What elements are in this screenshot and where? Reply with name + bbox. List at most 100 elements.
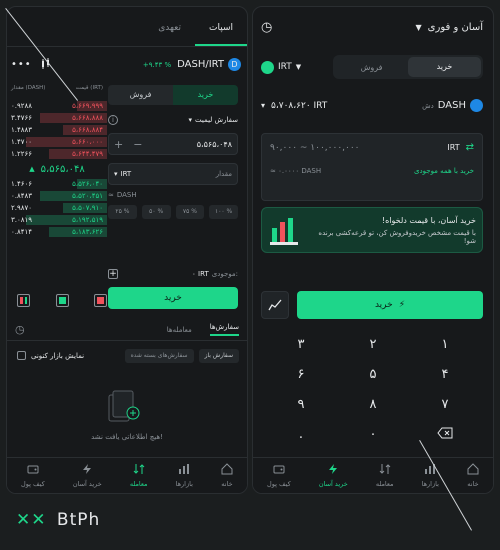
buy-sell-switch: فروش خرید (333, 55, 483, 79)
percent-100-button[interactable]: ۱۰۰ % (209, 205, 238, 219)
ask-row[interactable]: ۱.۴۷۰۰ ۵،۶۶۰،۰۰۰ (7, 136, 107, 148)
more-icon[interactable]: ••• (11, 59, 32, 70)
tab-my-orders[interactable]: سفارش‌ها (209, 323, 239, 336)
add-balance-icon[interactable]: + (108, 269, 118, 279)
price-field[interactable]: + − ۵،۵۶۵،۰۴۸ (108, 133, 238, 155)
tab-futures[interactable]: تعهدی (144, 17, 195, 46)
keypad-key[interactable]: ۰ (353, 427, 393, 442)
nav-item-wallet[interactable]: کیف پول (21, 463, 45, 488)
buy-all-balance-link[interactable]: خرید با همه موجودی (414, 167, 474, 175)
show-current-market-label: نمایش بازار کنونی (31, 351, 85, 360)
bid-row[interactable]: ۳.۰۸۱۹ ۵،۱۹۲،۵۱۹ (7, 214, 107, 226)
chevron-down-icon[interactable]: ▼ (416, 23, 422, 32)
keypad-key[interactable]: ۹ (281, 397, 321, 412)
bottom-nav: کیف پول خرید آسان معامله بازارها خانه (7, 457, 247, 493)
chart-icon[interactable] (261, 291, 289, 319)
coin-symbol[interactable]: DASH (438, 100, 466, 111)
chevron-down-icon[interactable]: ▾ (114, 170, 118, 178)
nav-item-trade[interactable]: معامله (130, 463, 148, 488)
nav-label: معامله (129, 480, 148, 488)
ask-row[interactable]: ۳.۴۷۶۶ ۵،۶۶۸،۸۸۸ (7, 112, 107, 124)
ask-amount: ۱.۴۸۸۳ (11, 126, 33, 134)
buy-button[interactable]: خرید ⚡ (297, 291, 483, 319)
page-title[interactable]: آسان و فوری (428, 22, 483, 33)
promo-banner[interactable]: خرید آسان، با قیمت دلخواه! با قیمت مشخص … (261, 207, 483, 253)
history-icon[interactable]: ◷ (15, 323, 25, 336)
bid-amount: ۰.۸۴۸۳ (11, 192, 33, 200)
market-type-tabs: تعهدی اسپات (7, 17, 247, 47)
sell-tab[interactable]: فروش (108, 85, 173, 105)
history-icon[interactable]: ◷ (261, 20, 272, 35)
nav-label: بازارها (175, 480, 193, 488)
percent-25-button[interactable]: ۲۵ % (108, 205, 137, 219)
plus-icon[interactable]: + (114, 138, 123, 151)
nav-item-markets[interactable]: بازارها (422, 463, 439, 488)
backspace-icon[interactable] (425, 427, 465, 443)
buy-button-label: خرید (374, 300, 393, 310)
bid-price: ۵،۵۲۰،۴۵۱ (72, 192, 103, 200)
nav-item-home[interactable]: خانه (221, 463, 233, 488)
buy-tab[interactable]: خرید (173, 85, 238, 105)
bid-price: ۵،۵۰۷،۹۱۰ (72, 204, 103, 212)
keypad-key[interactable]: . (281, 427, 321, 442)
balance-value: ۰ IRT (192, 270, 209, 278)
bid-row[interactable]: ۰.۸۴۱۴ ۵،۱۸۳،۶۲۶ (7, 226, 107, 238)
amount-currency[interactable]: IRT (121, 170, 132, 178)
minus-icon[interactable]: − (133, 138, 142, 151)
tab-trades[interactable]: معامله‌ها (167, 326, 192, 334)
amount-input[interactable]: مقدار (216, 170, 232, 178)
market-pair[interactable]: DASH/IRT (177, 59, 224, 70)
layout-both-icon[interactable] (17, 294, 30, 307)
lightning-icon: ⚡ (398, 300, 406, 310)
keypad-key[interactable]: ۲ (353, 337, 393, 352)
nav-item-wallet[interactable]: کیف پول (267, 463, 291, 488)
nav-item-trade[interactable]: معامله (376, 463, 394, 488)
order-type-select[interactable]: سفارش لیمیت (195, 116, 238, 124)
bid-row[interactable]: ۱.۴۶۰۶ ۵،۵۲۶،۰۴۰ (7, 178, 107, 190)
ask-price: ۵،۶۶۸،۸۸۸ (72, 114, 103, 122)
bid-row[interactable]: ۰.۸۴۸۳ ۵،۵۲۰،۴۵۱ (7, 190, 107, 202)
ask-row[interactable]: ۱.۴۸۸۳ ۵،۶۶۸،۸۸۴ (7, 124, 107, 136)
show-current-market-checkbox[interactable] (17, 351, 26, 360)
chevron-down-icon[interactable]: ▾ (261, 101, 265, 110)
buy-tab[interactable]: خرید (408, 57, 481, 77)
tab-spot[interactable]: اسپات (195, 17, 247, 46)
keypad-key[interactable]: ۱ (425, 337, 465, 352)
filter-closed-orders[interactable]: سفارش‌های بسته شده (124, 349, 194, 363)
keypad-key[interactable]: ۵ (353, 367, 393, 382)
amount-input[interactable]: ۹۰,۰۰۰ ~ ۱۰۰,۰۰۰,۰۰۰ (270, 143, 360, 153)
info-icon[interactable]: i (108, 115, 118, 125)
keypad-key[interactable]: ۷ (425, 397, 465, 412)
nav-label: خرید آسان (318, 480, 348, 488)
bid-amount: ۳.۰۸۱۹ (11, 216, 33, 224)
promo-title: خرید آسان، با قیمت دلخواه! (381, 216, 476, 225)
nav-item-home[interactable]: خانه (467, 463, 479, 488)
layout-asks-icon[interactable] (94, 294, 107, 307)
chevron-down-icon[interactable]: ▼ (296, 63, 301, 71)
nav-item-easy-buy[interactable]: خرید آسان (319, 463, 348, 488)
nav-item-markets[interactable]: بازارها (176, 463, 193, 488)
bid-price: ۵،۱۹۲،۵۱۹ (72, 216, 103, 224)
wallet-icon (27, 463, 39, 480)
swap-icon[interactable]: ⇄ (466, 142, 474, 153)
currency-select[interactable]: IRT (278, 62, 292, 72)
filter-open-orders[interactable]: سفارش باز (198, 349, 239, 363)
nav-item-easy-buy[interactable]: خرید آسان (73, 463, 102, 488)
order-book: مقدار (DASH) قیمت (IRT) ۰.۹۲۸۸ ۵،۶۶۹،۹۹۹ ۳… (7, 82, 107, 238)
layout-bids-icon[interactable] (55, 294, 69, 307)
percent-50-button[interactable]: ۵۰ % (141, 205, 171, 219)
keypad-key[interactable]: ۶ (281, 367, 321, 382)
keypad-key[interactable]: ۴ (425, 367, 465, 382)
amount-field[interactable]: ▾ IRT مقدار (108, 163, 238, 185)
sell-tab[interactable]: فروش (335, 63, 408, 72)
ask-row[interactable]: ۱.۲۲۶۶ ۵،۶۴۴،۴۷۹ (7, 148, 107, 160)
ask-row[interactable]: ۰.۹۲۸۸ ۵،۶۶۹،۹۹۹ (7, 100, 107, 112)
buy-button[interactable]: خرید (108, 287, 238, 309)
keypad-key[interactable]: ۸ (353, 397, 393, 412)
chevron-down-icon[interactable]: ▾ (189, 116, 193, 124)
keypad-key[interactable]: ۳ (281, 337, 321, 352)
percent-75-button[interactable]: ۷۵ % (175, 205, 205, 219)
bid-row[interactable]: ۲.۹۸۷۰ ۵،۵۰۷،۹۱۰ (7, 202, 107, 214)
price-input[interactable]: ۵،۵۶۵،۰۴۸ (197, 140, 232, 149)
irt-coin-icon (261, 60, 274, 74)
